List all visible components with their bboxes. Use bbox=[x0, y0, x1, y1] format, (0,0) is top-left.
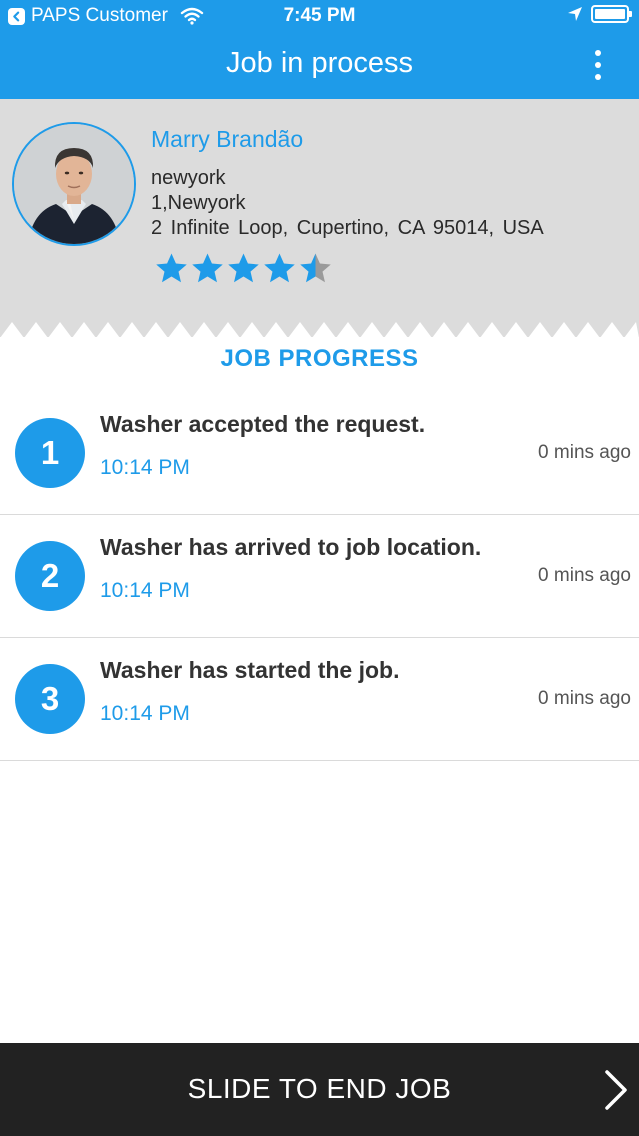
step-ago: 0 mins ago bbox=[538, 442, 631, 463]
nav-bar: Job in process bbox=[0, 32, 639, 99]
zigzag-divider bbox=[0, 322, 639, 338]
star-icon bbox=[228, 253, 259, 283]
step-text: Washer accepted the request. bbox=[100, 411, 426, 437]
location-arrow-icon bbox=[568, 7, 582, 21]
star-icon bbox=[192, 253, 223, 283]
page-title: Job in process bbox=[226, 47, 413, 79]
list-item: 1 Washer accepted the request. 10:14 PM … bbox=[0, 392, 639, 515]
step-text: Washer has arrived to job location. bbox=[100, 534, 482, 560]
status-time: 7:45 PM bbox=[283, 5, 356, 26]
step-time: 10:14 PM bbox=[100, 702, 190, 725]
list-item: 3 Washer has started the job. 10:14 PM 0… bbox=[0, 638, 639, 761]
chevron-right-icon[interactable] bbox=[603, 1069, 629, 1111]
step-ago: 0 mins ago bbox=[538, 688, 631, 709]
star-icon bbox=[264, 253, 295, 283]
rating-stars bbox=[155, 252, 332, 285]
status-bar: PAPS Customer 7:45 PM bbox=[0, 0, 639, 32]
washer-address-line2: 2 Infinite Loop, Cupertino, CA 95014, US… bbox=[151, 217, 544, 239]
step-number-badge: 2 bbox=[15, 541, 85, 611]
step-number-badge: 1 bbox=[15, 418, 85, 488]
star-icon bbox=[300, 253, 331, 283]
slide-to-end-job-slider[interactable]: SLIDE TO END JOB bbox=[0, 1043, 639, 1136]
job-progress-list: 1 Washer accepted the request. 10:14 PM … bbox=[0, 392, 639, 761]
washer-address-line1: 1,Newyork bbox=[151, 192, 246, 214]
more-vertical-icon[interactable] bbox=[593, 50, 603, 80]
washer-name: Marry Brandão bbox=[151, 126, 304, 152]
battery-icon bbox=[591, 5, 632, 23]
status-right bbox=[567, 5, 632, 23]
star-icon bbox=[156, 253, 187, 283]
avatar bbox=[12, 122, 136, 246]
washer-city: newyork bbox=[151, 167, 226, 189]
slide-label: SLIDE TO END JOB bbox=[187, 1073, 452, 1104]
step-number-badge: 3 bbox=[15, 664, 85, 734]
step-ago: 0 mins ago bbox=[538, 565, 631, 586]
app-header: PAPS Customer 7:45 PM Job in process bbox=[0, 0, 639, 99]
step-time: 10:14 PM bbox=[100, 579, 190, 602]
step-time: 10:14 PM bbox=[100, 456, 190, 479]
step-text: Washer has started the job. bbox=[100, 657, 400, 683]
list-item: 2 Washer has arrived to job location. 10… bbox=[0, 515, 639, 638]
job-progress-title: JOB PROGRESS bbox=[220, 345, 419, 372]
